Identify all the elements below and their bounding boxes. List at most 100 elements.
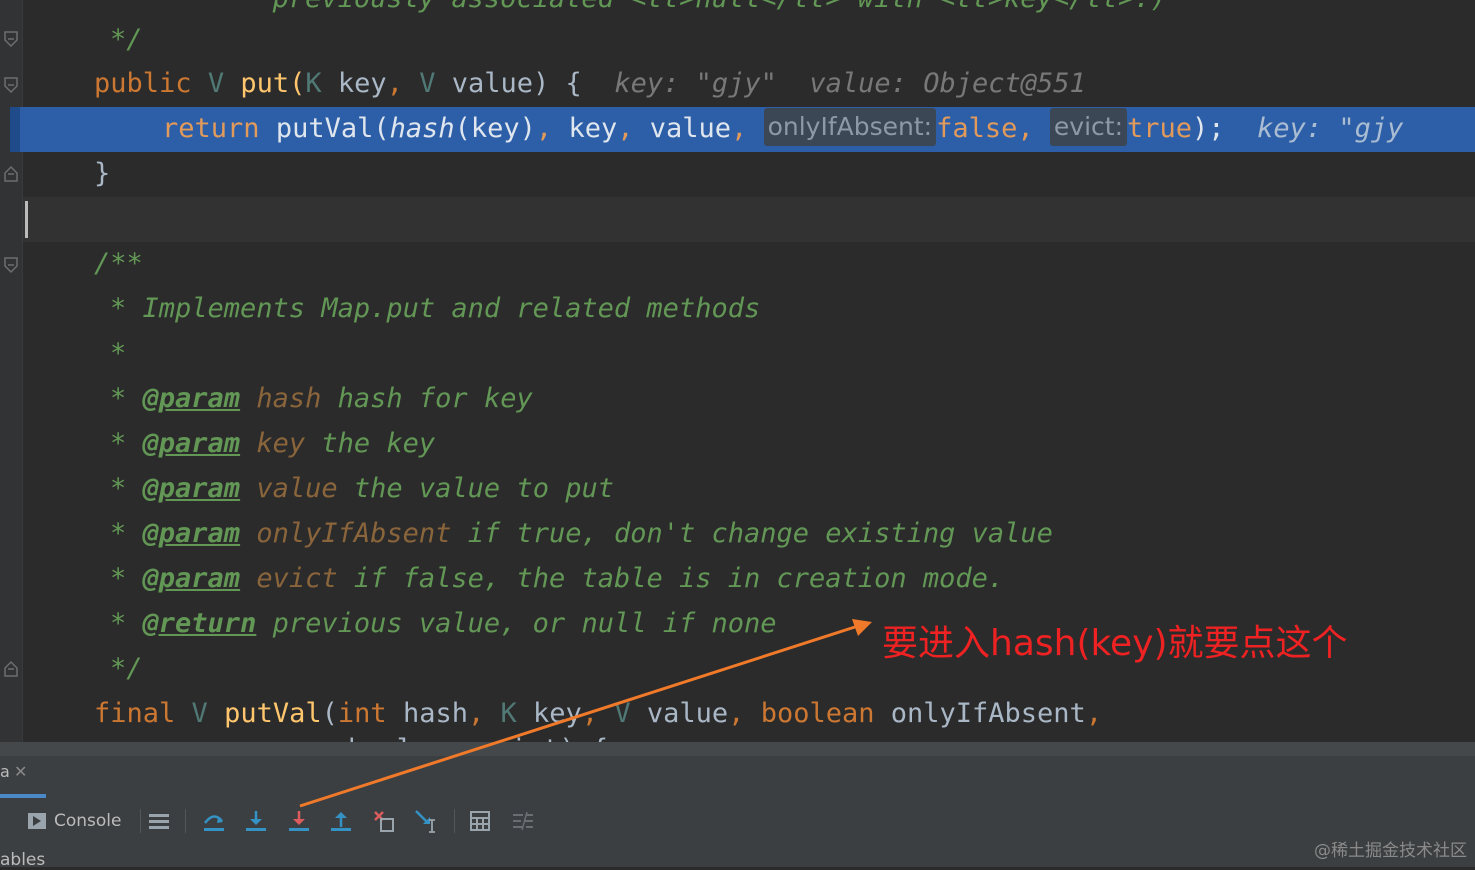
doc-star: * bbox=[110, 563, 127, 594]
doc-tag[interactable]: @return bbox=[143, 608, 257, 639]
trace-button[interactable] bbox=[511, 803, 535, 839]
doc-comment-text: * bbox=[110, 338, 127, 369]
evaluate-expression-icon bbox=[470, 811, 490, 831]
step-into-icon bbox=[246, 811, 266, 831]
doc-comment-text: * Implements Map.put and related methods bbox=[110, 293, 761, 324]
doc-tag[interactable]: @param bbox=[143, 428, 241, 459]
literal-true: true bbox=[1127, 113, 1193, 144]
toolbar-divider bbox=[454, 809, 455, 833]
variables-tab-label[interactable]: ables bbox=[0, 850, 45, 870]
force-step-into-button[interactable] bbox=[287, 803, 311, 839]
step-into-button[interactable] bbox=[244, 803, 268, 839]
console-icon bbox=[28, 813, 46, 829]
debug-tab-label[interactable]: a bbox=[0, 762, 10, 781]
watermark: @稀土掘金技术社区 bbox=[1314, 841, 1467, 861]
comma: , bbox=[581, 698, 599, 729]
code-line-javadoc-open: /** bbox=[94, 241, 143, 286]
comma: , bbox=[728, 698, 745, 729]
doc-comment-end: */ bbox=[110, 653, 143, 684]
annotation-text: 要进入hash(key)就要点这个 bbox=[882, 623, 1348, 664]
step-over-icon bbox=[204, 815, 224, 831]
doc-star: * bbox=[110, 473, 127, 504]
step-out-button[interactable] bbox=[329, 803, 353, 839]
fold-start-icon[interactable] bbox=[3, 76, 19, 94]
type-param: K bbox=[305, 68, 322, 99]
doc-tag[interactable]: @param bbox=[143, 383, 241, 414]
step-over-button[interactable] bbox=[202, 803, 226, 839]
doc-param-name: evict bbox=[256, 563, 338, 594]
fold-end-icon[interactable] bbox=[3, 165, 19, 183]
evaluate-expression-button[interactable] bbox=[469, 803, 491, 839]
hash-args: (key) bbox=[454, 113, 536, 144]
doc-param-name: value bbox=[256, 473, 338, 504]
caret-line-highlight bbox=[23, 197, 1475, 242]
doc-param-desc: the key bbox=[321, 428, 436, 459]
comma: , bbox=[535, 113, 553, 144]
code-line-javadoc: * bbox=[110, 331, 126, 376]
doc-star: * bbox=[110, 518, 127, 549]
doc-param-desc: if true, don't change existing value bbox=[467, 518, 1053, 549]
method-name: putVal bbox=[224, 698, 322, 729]
console-label: Console bbox=[54, 811, 122, 831]
code-line-javadoc-return: * @return previous value, or null if non… bbox=[110, 601, 777, 646]
fold-end-icon[interactable] bbox=[3, 660, 19, 678]
paren: ( bbox=[289, 68, 306, 99]
show-execution-point-button[interactable] bbox=[148, 803, 170, 839]
doc-comment-open: /** bbox=[94, 248, 143, 279]
close-icon[interactable]: ✕ bbox=[14, 762, 27, 781]
doc-star: * bbox=[110, 608, 127, 639]
code-line-javadoc-param: * @param hash hash for key bbox=[110, 376, 533, 421]
code-line-javadoc-param: * @param onlyIfAbsent if true, don't cha… bbox=[110, 511, 1053, 556]
doc-star: * bbox=[110, 428, 127, 459]
brace: } bbox=[94, 158, 111, 189]
type-param: V bbox=[419, 68, 436, 99]
step-out-icon bbox=[331, 812, 351, 831]
drop-frame-button[interactable] bbox=[372, 803, 396, 839]
doc-return-desc: previous value, or null if none bbox=[272, 608, 777, 639]
fold-start-icon[interactable] bbox=[3, 256, 19, 274]
code-fragment: boolean evict) { bbox=[348, 734, 608, 742]
panel-splitter[interactable] bbox=[0, 742, 1475, 756]
run-to-cursor-button[interactable] bbox=[414, 803, 440, 839]
toolbar-divider bbox=[140, 809, 141, 833]
brace: ) { bbox=[533, 68, 582, 99]
doc-fragment-text: previously associated <tt>null</tt> with… bbox=[273, 0, 1167, 14]
method-call[interactable]: putVal( bbox=[276, 113, 390, 144]
doc-fragment-text: * bbox=[110, 0, 273, 14]
doc-param-name: hash bbox=[256, 383, 322, 414]
type-param: V bbox=[191, 698, 208, 729]
param-name: key bbox=[337, 68, 387, 99]
code-line-javadoc-param: * @param key the key bbox=[110, 421, 435, 466]
run-to-cursor-icon bbox=[415, 810, 435, 833]
comma: , bbox=[467, 698, 485, 729]
toolbar-divider bbox=[185, 809, 186, 833]
keyword-int: int bbox=[337, 698, 387, 729]
comma: , bbox=[1017, 113, 1034, 144]
doc-tag[interactable]: @param bbox=[143, 473, 241, 504]
type-param: K bbox=[500, 698, 517, 729]
doc-param-desc: hash for key bbox=[337, 383, 533, 414]
doc-tag[interactable]: @param bbox=[143, 563, 241, 594]
method-name: put bbox=[240, 68, 290, 99]
keyword-return: return bbox=[162, 113, 260, 144]
code-line-javadoc-close: */ bbox=[110, 646, 143, 691]
drop-frame-icon bbox=[374, 811, 394, 832]
param-name: hash bbox=[402, 698, 468, 729]
doc-tag[interactable]: @param bbox=[143, 518, 241, 549]
literal-false: false bbox=[936, 113, 1018, 144]
parameter-inlay-hint: evict: bbox=[1049, 108, 1127, 146]
show-execution-point-icon bbox=[149, 814, 169, 829]
console-tab[interactable]: Console bbox=[28, 803, 122, 839]
code-line-javadoc: * Implements Map.put and related methods bbox=[110, 286, 760, 331]
hash-method-call[interactable]: hash bbox=[390, 113, 455, 144]
fold-end-icon[interactable] bbox=[3, 30, 19, 48]
debug-value-hint: key: "gjy" value: Object@551 bbox=[614, 68, 1086, 99]
comma: , bbox=[386, 68, 403, 99]
doc-param-name: key bbox=[256, 428, 306, 459]
execution-point-marker bbox=[10, 107, 20, 152]
code-line-doc-end: */ bbox=[110, 17, 143, 62]
code-line-return: return putVal(hash(key), key, value, onl… bbox=[162, 106, 1403, 151]
argument: value bbox=[649, 113, 732, 144]
comma: , bbox=[617, 113, 634, 144]
param-name: value bbox=[451, 68, 534, 99]
